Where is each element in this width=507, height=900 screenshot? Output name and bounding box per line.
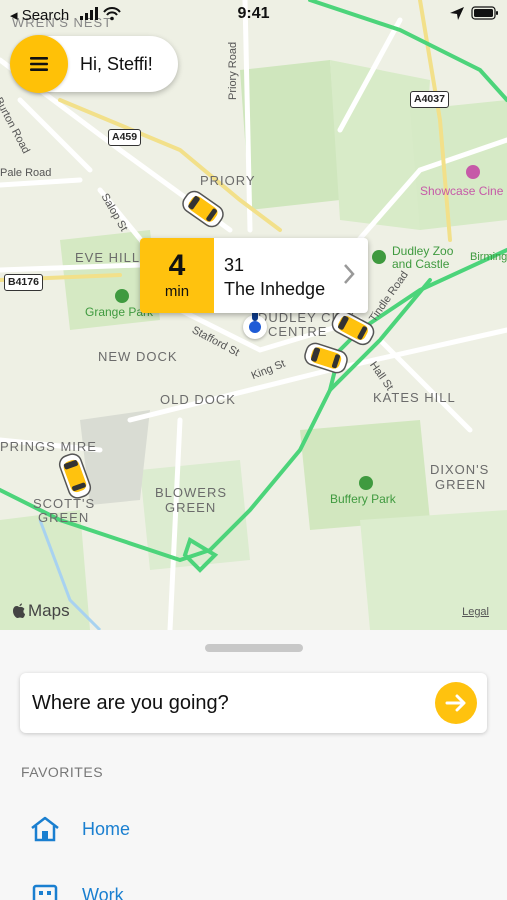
greeting-pill: Hi, Steffi! — [10, 35, 178, 93]
taxi-car-icon — [304, 342, 348, 374]
menu-button[interactable] — [10, 35, 68, 93]
area-label: NEW DOCK — [98, 349, 178, 364]
app-screen: WREN'S NEST PRIORY EVE HILL NEW DOCK OLD… — [0, 0, 507, 900]
area-label: EVE HILL — [75, 250, 141, 265]
road-shield: A459 — [108, 129, 142, 146]
favorite-label: Home — [82, 818, 131, 839]
status-bar: ◂ Search 9:41 — [0, 0, 507, 28]
poi-label: and Castle — [392, 257, 450, 271]
taxi-car-icon — [58, 453, 92, 499]
map-view[interactable]: WREN'S NEST PRIORY EVE HILL NEW DOCK OLD… — [0, 0, 507, 630]
work-icon — [32, 884, 58, 900]
destination-search-placeholder: Where are you going? — [32, 691, 229, 714]
cinema-icon — [466, 165, 480, 179]
battery-icon — [471, 6, 498, 20]
poi-label: Showcase Cine — [420, 184, 504, 198]
favorite-item-work[interactable]: Work — [30, 882, 124, 900]
park-icon — [115, 289, 129, 303]
sheet-drag-handle[interactable] — [205, 644, 303, 652]
road-shield: A4037 — [410, 91, 449, 108]
poi-label: Buffery Park — [330, 492, 396, 506]
area-label: GREEN — [38, 510, 90, 525]
road-label: Birming — [470, 251, 507, 263]
zoo-icon — [372, 250, 386, 264]
taxi-car-icon — [182, 190, 224, 228]
chevron-right-icon — [344, 264, 355, 284]
home-icon — [31, 816, 59, 842]
bottom-sheet[interactable]: Where are you going? FAVORITES Home Work — [0, 630, 507, 900]
poi-label: Dudley Zoo — [392, 244, 454, 258]
status-icons — [449, 6, 499, 20]
area-label: BLOWERS — [155, 485, 228, 500]
location-arrow-icon — [450, 7, 464, 20]
greeting-text: Hi, Steffi! — [80, 53, 153, 74]
eta-unit: min — [164, 283, 190, 300]
location-dot-icon — [249, 321, 261, 333]
status-time: 9:41 — [237, 5, 270, 22]
favorite-label: Work — [82, 884, 124, 900]
search-go-button[interactable] — [435, 682, 477, 724]
area-label: GREEN — [165, 500, 217, 515]
road-shield: B4176 — [4, 274, 43, 291]
area-label: DIXON'S — [430, 462, 490, 477]
favorite-item-home[interactable]: Home — [30, 816, 130, 842]
pickup-eta-callout[interactable]: 4 min 31 The Inhedge — [140, 238, 368, 313]
destination-search-field[interactable]: Where are you going? — [20, 673, 487, 733]
maps-attribution: Maps — [12, 601, 70, 621]
area-label: OLD DOCK — [160, 392, 236, 407]
hamburger-menu-icon — [30, 57, 48, 71]
legal-link[interactable]: Legal — [462, 606, 489, 618]
maps-label: Maps — [28, 601, 70, 620]
favorites-heading: FAVORITES — [21, 764, 104, 780]
road-label: Priory Road — [227, 41, 239, 100]
area-label: GREEN — [435, 477, 487, 492]
signal-wifi-icons — [80, 7, 121, 21]
eta-badge: 4 min — [140, 238, 214, 313]
park-icon — [359, 476, 373, 490]
road-label: Pale Road — [0, 167, 52, 179]
apple-logo-icon — [13, 603, 25, 618]
arrow-right-icon — [445, 694, 466, 712]
eta-minutes: 4 — [168, 249, 186, 282]
